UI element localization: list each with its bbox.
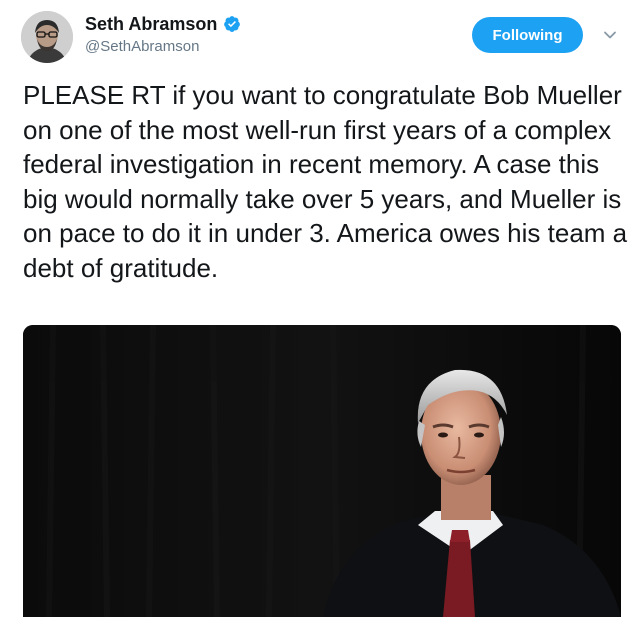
author-name-row: Seth Abramson [85,13,241,35]
following-button[interactable]: Following [472,17,583,53]
photo-portrait-image [23,325,621,617]
verified-badge-icon [223,15,241,33]
avatar-image [21,11,73,63]
avatar[interactable] [21,11,73,63]
tweet-media-photo[interactable] [23,325,621,617]
author-handle[interactable]: @SethAbramson [85,38,199,56]
tweet-text: PLEASE RT if you want to congratulate Bo… [23,80,628,283]
chevron-down-icon[interactable] [602,27,618,43]
author-display-name[interactable]: Seth Abramson [85,13,217,35]
tweet-card: Seth Abramson @SethAbramson Following PL… [0,0,640,617]
